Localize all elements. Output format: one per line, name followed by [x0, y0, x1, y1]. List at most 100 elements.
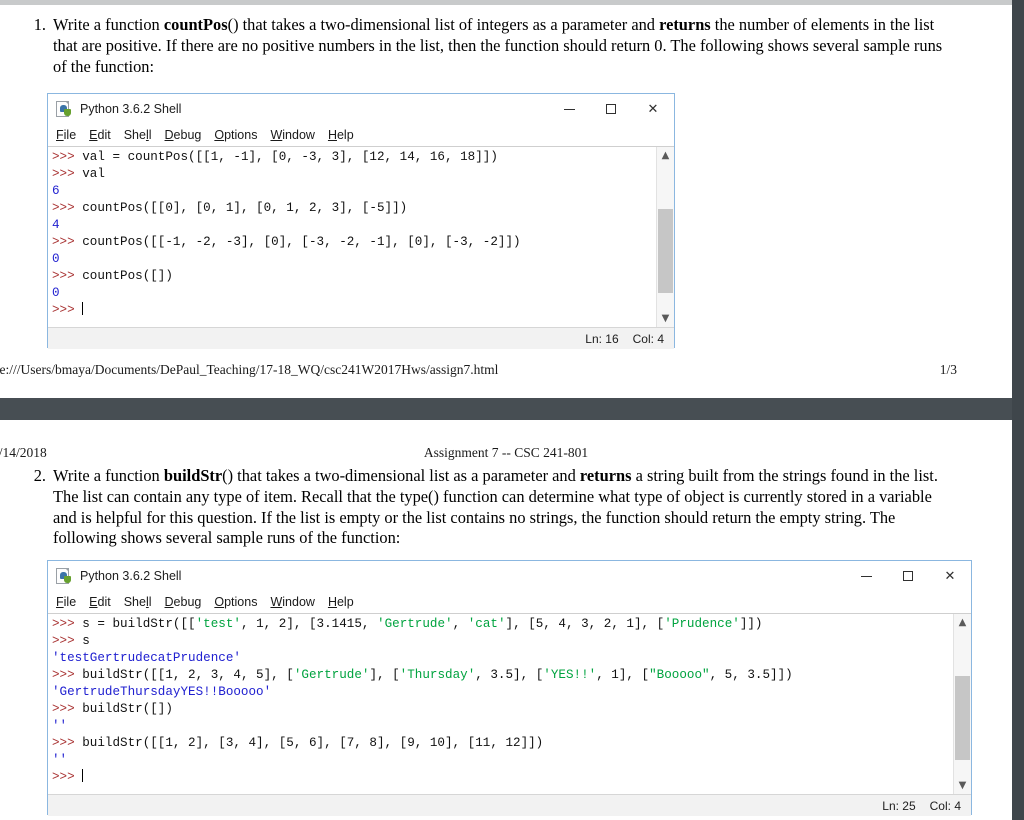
document-page-2: 2/14/2018 Assignment 7 -- CSC 241-801 2.… [0, 420, 1012, 820]
question-2-body: Write a function buildStr() that takes a… [53, 466, 958, 549]
viewer-right-gutter [1012, 0, 1024, 820]
text-caret [82, 769, 84, 782]
window-titlebar[interactable]: Python 3.6.2 Shell ✕ [48, 94, 674, 124]
shell-run-prompt: >>> [52, 702, 83, 716]
menu-item-shell[interactable]: Shell [124, 128, 152, 142]
shell-run-out: 4 [52, 218, 60, 232]
shell-line: '' [52, 718, 953, 735]
menu-item-debug[interactable]: Debug [165, 595, 202, 609]
menu-item-edit[interactable]: Edit [89, 595, 111, 609]
shell-run-code: , 5, 3.5]]) [709, 668, 793, 682]
shell-run-code: countPos([[-1, -2, -3], [0], [-3, -2, -1… [82, 235, 521, 249]
header-title: Assignment 7 -- CSC 241-801 [423, 445, 589, 460]
status-line-number: Ln: 16 [585, 331, 619, 346]
shell-line: >>> buildStr([[1, 2, 3, 4, 5], ['Gertrud… [52, 667, 953, 684]
statusbar: Ln: 25 Col: 4 [48, 794, 971, 816]
minimize-button[interactable] [548, 94, 590, 124]
shell-run-code: ], [5, 4, 3, 2, 1], [ [505, 617, 665, 631]
shell-run-prompt: >>> [52, 617, 83, 631]
shell-line: >>> countPos([[-1, -2, -3], [0], [-3, -2… [52, 234, 656, 251]
scroll-up-arrow-icon[interactable]: ▲ [657, 147, 674, 164]
menu-item-edit[interactable]: Edit [89, 128, 111, 142]
shell-text[interactable]: >>> val = countPos([[1, -1], [0, -3, 3],… [48, 147, 656, 327]
shell-run-prompt: >>> [52, 269, 83, 283]
shell-run-code: val [82, 167, 105, 181]
close-icon[interactable]: ✕ [632, 94, 674, 124]
q2-seg-3-bold: returns [579, 466, 632, 485]
minimize-button[interactable] [845, 561, 887, 591]
shell-run-prompt: >>> [52, 201, 83, 215]
q1-seg-0: Write a function [53, 15, 164, 34]
python-shell-window-2[interactable]: Python 3.6.2 Shell ✕ File Edit Shell Deb… [47, 560, 972, 816]
shell-run-code: buildStr([]) [82, 702, 173, 716]
shell-run-prompt: >>> [52, 736, 83, 750]
python-file-icon [56, 567, 73, 585]
shell-run-prompt: >>> [52, 235, 83, 249]
menu-item-help[interactable]: Help [328, 595, 354, 609]
status-column-number: Col: 4 [632, 331, 664, 346]
shell-run-out: 0 [52, 252, 60, 266]
vertical-scrollbar[interactable]: ▲ ▼ [656, 147, 674, 327]
menu-item-debug[interactable]: Debug [165, 128, 202, 142]
shell-output-area[interactable]: >>> s = buildStr([['test', 1, 2], [3.141… [48, 614, 971, 794]
menubar: File Edit Shell Debug Options Window Hel… [48, 591, 971, 614]
menu-item-window[interactable]: Window [270, 595, 314, 609]
shell-run-out: 0 [52, 286, 60, 300]
shell-run-str: 'Thursday' [399, 668, 476, 682]
shell-run-str: 'Prudence' [664, 617, 740, 631]
shell-run-prompt: >>> [52, 668, 83, 682]
shell-line: >>> val [52, 166, 656, 183]
python-shell-window-1[interactable]: Python 3.6.2 Shell ✕ File Edit Shell Deb… [47, 93, 675, 349]
menu-item-help[interactable]: Help [328, 128, 354, 142]
scroll-down-arrow-icon[interactable]: ▼ [657, 310, 674, 327]
window-titlebar[interactable]: Python 3.6.2 Shell ✕ [48, 561, 971, 591]
question-2: 2. Write a function buildStr() that take… [24, 466, 958, 549]
shell-run-code: countPos([[0], [0, 1], [0, 1, 2, 3], [-5… [82, 201, 408, 215]
shell-line: >>> s [52, 633, 953, 650]
scroll-up-arrow-icon[interactable]: ▲ [954, 614, 971, 631]
q1-seg-3-bold: returns [659, 15, 711, 34]
question-1-body: Write a function countPos() that takes a… [53, 15, 958, 77]
shell-text[interactable]: >>> s = buildStr([['test', 1, 2], [3.141… [48, 614, 953, 794]
shell-run-out: '' [52, 753, 68, 767]
q2-seg-2: () that takes a two-dimensional list as … [222, 466, 580, 485]
menu-item-shell[interactable]: Shell [124, 595, 152, 609]
maximize-button[interactable] [887, 561, 929, 591]
window-control-buttons: ✕ [548, 94, 674, 124]
menu-item-file[interactable]: File [56, 128, 76, 142]
status-column-number: Col: 4 [929, 798, 961, 813]
maximize-button[interactable] [590, 94, 632, 124]
shell-run-code: s [82, 634, 90, 648]
shell-run-code: s = buildStr([[ [82, 617, 196, 631]
footer-page-number: 1/3 [939, 362, 957, 377]
shell-run-code: , 3.5], [ [475, 668, 544, 682]
question-1: 1. Write a function countPos() that take… [24, 15, 958, 77]
shell-line: 0 [52, 285, 656, 302]
shell-line: 6 [52, 183, 656, 200]
shell-run-code: countPos([]) [82, 269, 173, 283]
shell-run-code: , 1, 2], [3.1415, [240, 617, 378, 631]
scrollbar-thumb[interactable] [955, 676, 970, 760]
window-control-buttons: ✕ [845, 561, 971, 591]
window-title: Python 3.6.2 Shell [80, 569, 182, 583]
shell-run-code: , [452, 617, 468, 631]
shell-run-str: 'YES!!' [543, 668, 597, 682]
shell-run-str: 'Gertrude' [377, 617, 453, 631]
menu-item-options[interactable]: Options [214, 128, 257, 142]
shell-line: 4 [52, 217, 656, 234]
text-caret [82, 302, 84, 315]
q1-seg-2: () that takes a two-dimensional list of … [227, 15, 660, 34]
close-icon[interactable]: ✕ [929, 561, 971, 591]
menu-item-options[interactable]: Options [214, 595, 257, 609]
shell-output-area[interactable]: >>> val = countPos([[1, -1], [0, -3, 3],… [48, 147, 674, 327]
shell-line: 'GertrudeThursdayYES!!Booooo' [52, 684, 953, 701]
menu-item-file[interactable]: File [56, 595, 76, 609]
scroll-down-arrow-icon[interactable]: ▼ [954, 777, 971, 794]
shell-run-code: ]]) [739, 617, 763, 631]
shell-run-str: 'test' [195, 617, 241, 631]
scrollbar-thumb[interactable] [658, 209, 673, 293]
vertical-scrollbar[interactable]: ▲ ▼ [953, 614, 971, 794]
shell-run-prompt: >>> [52, 303, 83, 317]
shell-run-out: 'GertrudeThursdayYES!!Booooo' [52, 685, 272, 699]
menu-item-window[interactable]: Window [270, 128, 314, 142]
